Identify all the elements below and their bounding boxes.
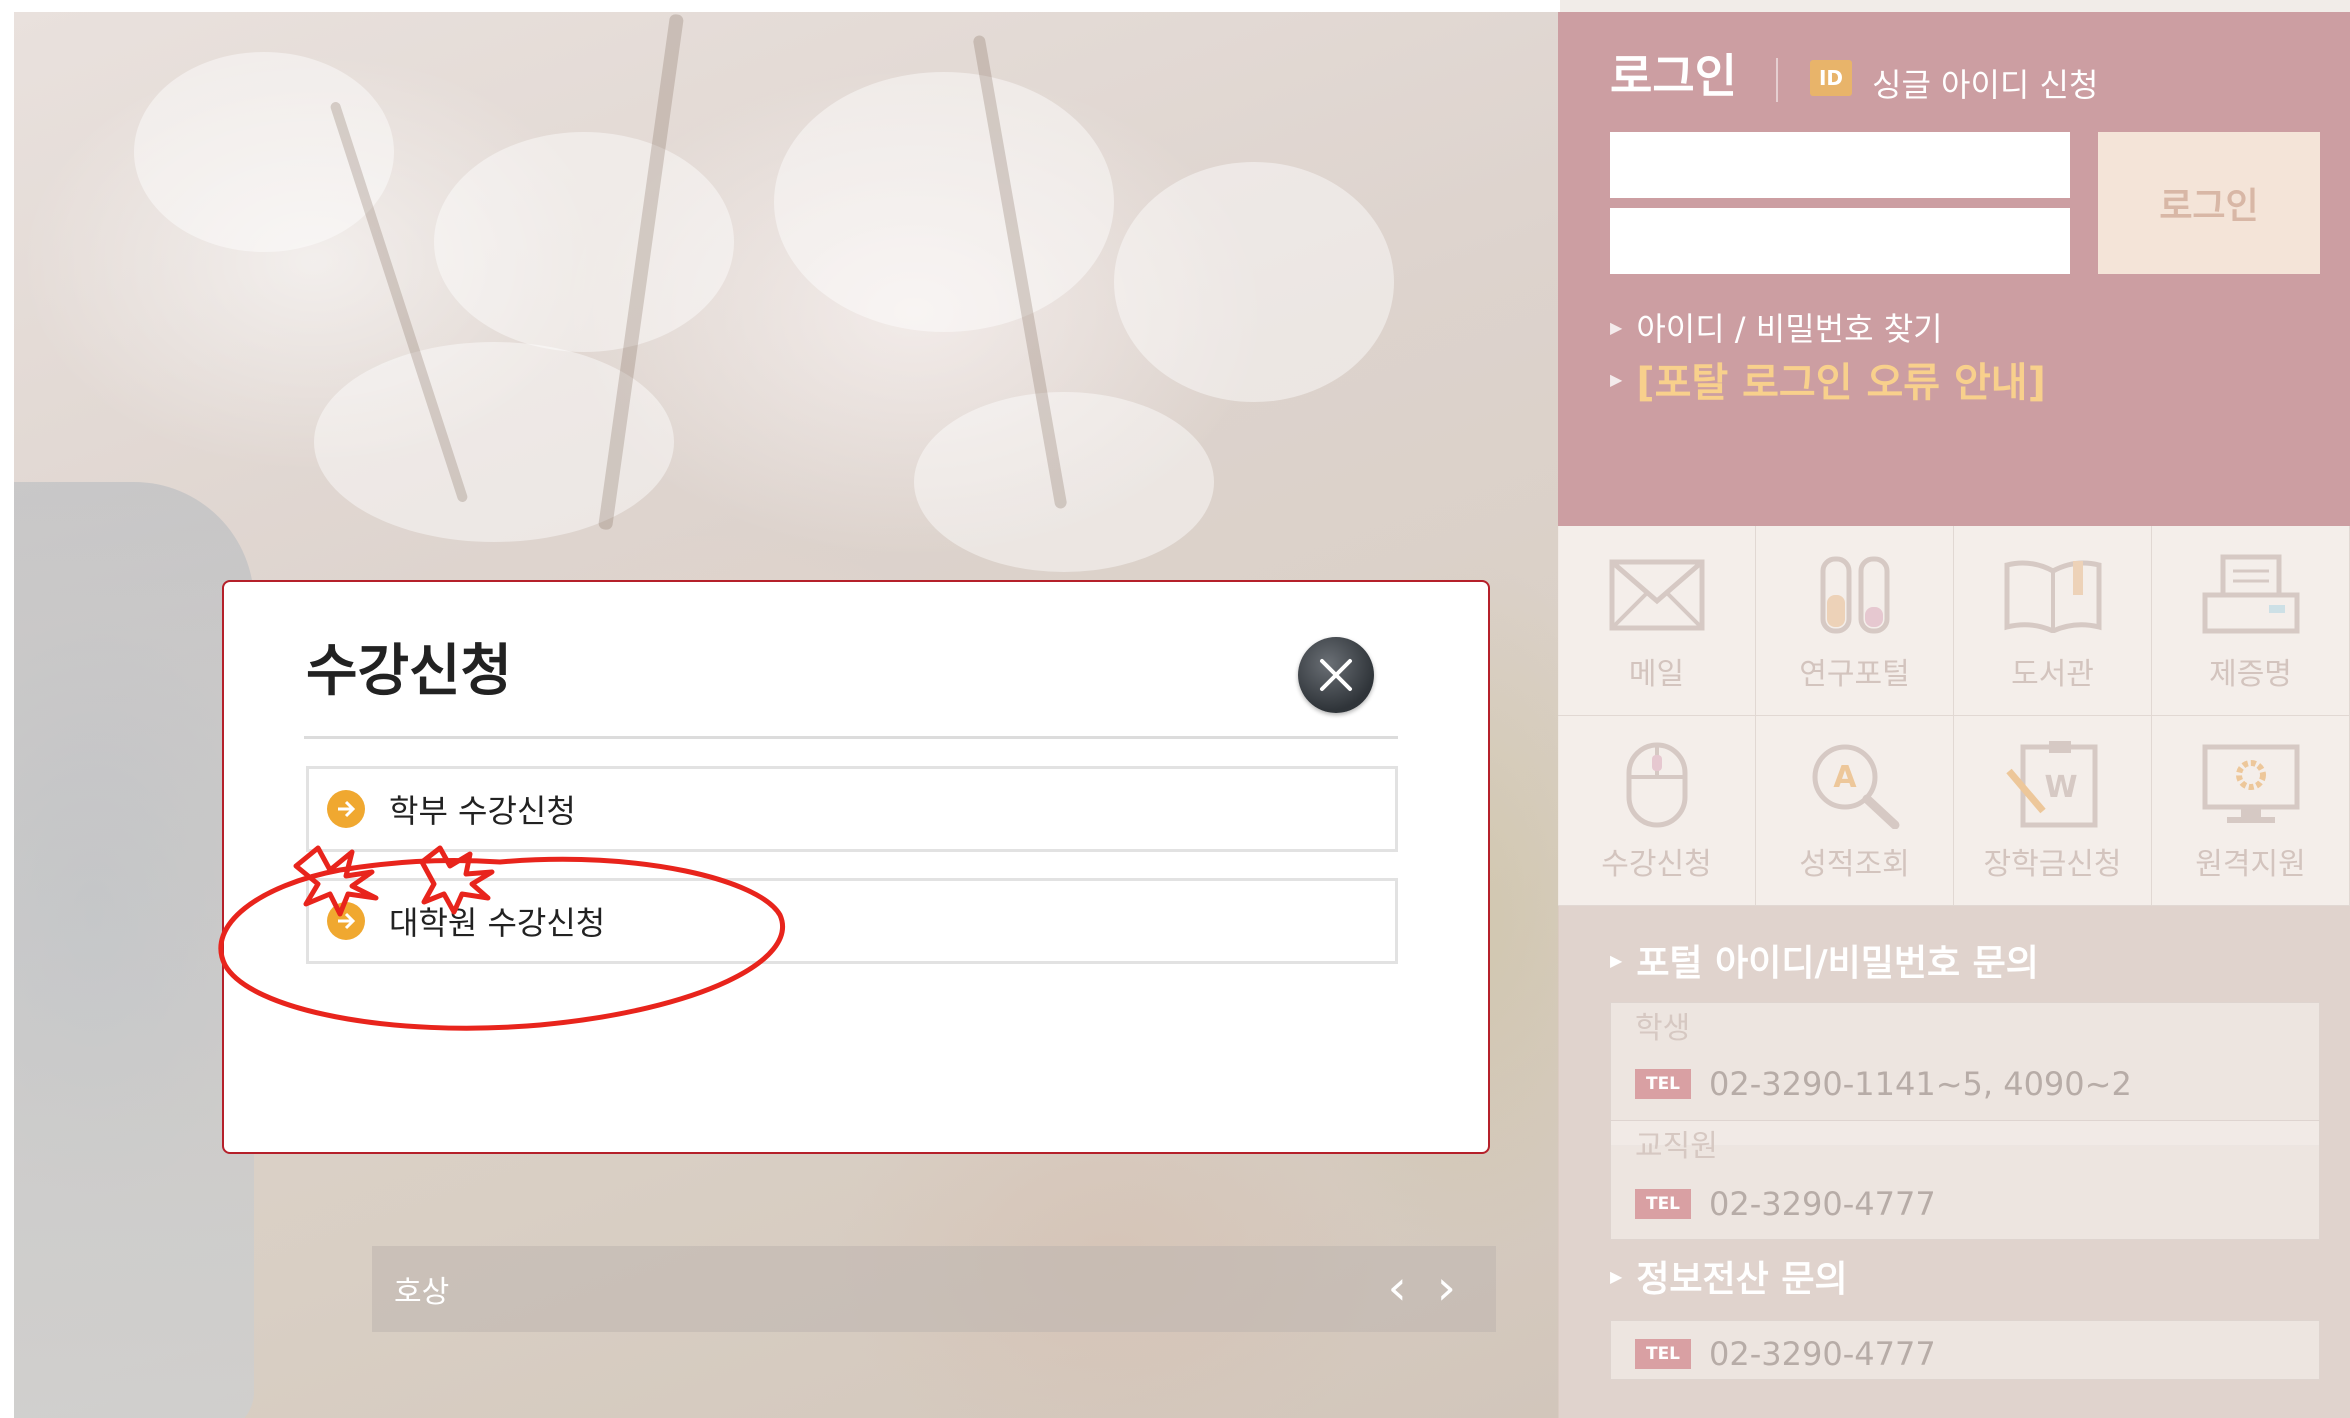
- it-inquiry-heading: ▶ 정보전산 문의: [1610, 1250, 1848, 1302]
- magnifier-grade-icon: A: [1805, 739, 1905, 831]
- portal-inquiry-heading: ▶ 포털 아이디/비밀번호 문의: [1610, 934, 2039, 986]
- triangle-bullet-icon: ▶: [1610, 317, 1623, 337]
- password-input[interactable]: [1610, 208, 2070, 274]
- quick-menu-label: 도서관: [2011, 656, 2094, 692]
- quick-menu-grid: 메일 연구포털 도서관 제증명 수강신청 A 성적조회 W 장학금신청 원격지원: [1558, 526, 2350, 906]
- quick-menu-mail[interactable]: 메일: [1558, 526, 1756, 716]
- staff-tel-row: TEL 02-3290-4777: [1635, 1185, 1936, 1223]
- modal-close-button[interactable]: [1298, 637, 1374, 713]
- close-icon: [1320, 659, 1352, 691]
- course-registration-modal: 수강신청 학부 수강신청 대학원 수강신청: [222, 580, 1490, 1154]
- mail-icon: [1607, 549, 1707, 641]
- student-label: 학생: [1635, 1011, 1691, 1046]
- quick-menu-label: 장학금신청: [1983, 846, 2122, 882]
- triangle-bullet-icon: ▶: [1610, 950, 1623, 970]
- login-error-guide-label: [포탈 로그인 오류 안내]: [1636, 360, 2046, 406]
- modal-title: 수강신청: [306, 639, 513, 704]
- student-tel-number: 02-3290-1141~5, 4090~2: [1709, 1065, 2132, 1103]
- quick-menu-label: 메일: [1628, 656, 1685, 692]
- quick-menu-library[interactable]: 도서관: [1954, 526, 2152, 716]
- find-id-password-link[interactable]: ▶ 아이디 / 비밀번호 찾기: [1610, 304, 1943, 350]
- slider-prev-button[interactable]: ‹: [1388, 1264, 1407, 1312]
- undergraduate-registration-option[interactable]: 학부 수강신청: [306, 766, 1398, 852]
- id-input[interactable]: [1610, 132, 2070, 198]
- left-border: [0, 0, 14, 1418]
- contact-section: ▶ 포털 아이디/비밀번호 문의 학생 TEL 02-3290-1141~5, …: [1558, 906, 2350, 1418]
- login-title: 로그인: [1610, 49, 1737, 103]
- login-button[interactable]: 로그인: [2098, 132, 2320, 274]
- quick-menu-label: 제증명: [2209, 656, 2292, 692]
- top-border: [0, 0, 1560, 12]
- single-id-link[interactable]: 싱글 아이디 신청: [1872, 60, 2098, 106]
- it-tel-number: 02-3290-4777: [1709, 1335, 1936, 1373]
- portal-inquiry-label: 포털 아이디/비밀번호 문의: [1636, 943, 2039, 984]
- it-contact-box: TEL 02-3290-4777: [1610, 1320, 2320, 1380]
- quick-menu-label: 성적조회: [1799, 846, 1910, 882]
- quick-menu-remote-support[interactable]: 원격지원: [2152, 716, 2350, 906]
- test-tubes-icon: [1805, 549, 1905, 641]
- quick-menu-research[interactable]: 연구포털: [1756, 526, 1954, 716]
- svg-text:A: A: [1833, 760, 1857, 795]
- login-title-separator: [1776, 58, 1778, 102]
- quick-menu-certificate[interactable]: 제증명: [2152, 526, 2350, 716]
- option-label: 대학원 수강신청: [389, 904, 606, 942]
- option-label: 학부 수강신청: [389, 792, 576, 830]
- slider-next-button[interactable]: ›: [1437, 1264, 1456, 1312]
- triangle-bullet-icon: ▶: [1610, 1266, 1623, 1286]
- svg-text:W: W: [2044, 770, 2077, 805]
- statue-image: [14, 482, 254, 1418]
- quick-menu-course-registration[interactable]: 수강신청: [1558, 716, 1756, 906]
- quick-menu-grades[interactable]: A 성적조회: [1756, 716, 1954, 906]
- modal-divider: [304, 736, 1398, 739]
- quick-menu-label: 수강신청: [1601, 846, 1712, 882]
- quick-menu-scholarship[interactable]: W 장학금신청: [1954, 716, 2152, 906]
- tel-badge-icon: TEL: [1635, 1189, 1691, 1219]
- arrow-right-circle-icon: [327, 902, 365, 940]
- slider-caption-bar: 호상 ‹ ›: [372, 1246, 1496, 1332]
- graduate-registration-option[interactable]: 대학원 수강신청: [306, 878, 1398, 964]
- tel-badge-icon: TEL: [1635, 1069, 1691, 1099]
- login-panel: 로그인 ID 싱글 아이디 신청 로그인 ▶ 아이디 / 비밀번호 찾기 ▶ […: [1558, 12, 2350, 526]
- it-inquiry-label: 정보전산 문의: [1636, 1259, 1848, 1300]
- staff-contact-box: 교직원 TEL 02-3290-4777: [1610, 1120, 2320, 1240]
- id-badge-icon: ID: [1810, 60, 1852, 96]
- it-tel-row: TEL 02-3290-4777: [1635, 1335, 1936, 1373]
- staff-tel-number: 02-3290-4777: [1709, 1185, 1936, 1223]
- quick-menu-label: 원격지원: [2195, 846, 2306, 882]
- staff-label: 교직원: [1635, 1129, 1718, 1164]
- mouse-icon: [1607, 739, 1707, 831]
- arrow-right-circle-icon: [327, 790, 365, 828]
- slider-caption: 호상: [394, 1275, 450, 1310]
- find-id-password-label: 아이디 / 비밀번호 찾기: [1636, 310, 1943, 348]
- student-tel-row: TEL 02-3290-1141~5, 4090~2: [1635, 1065, 2132, 1103]
- monitor-gear-icon: [2201, 739, 2301, 831]
- login-error-guide-link[interactable]: ▶ [포탈 로그인 오류 안내]: [1610, 350, 2046, 408]
- triangle-bullet-icon: ▶: [1610, 369, 1623, 389]
- scholarship-document-icon: W: [2003, 739, 2103, 831]
- quick-menu-label: 연구포털: [1799, 656, 1910, 692]
- book-icon: [2003, 549, 2103, 641]
- printer-icon: [2201, 549, 2301, 641]
- tel-badge-icon: TEL: [1635, 1339, 1691, 1369]
